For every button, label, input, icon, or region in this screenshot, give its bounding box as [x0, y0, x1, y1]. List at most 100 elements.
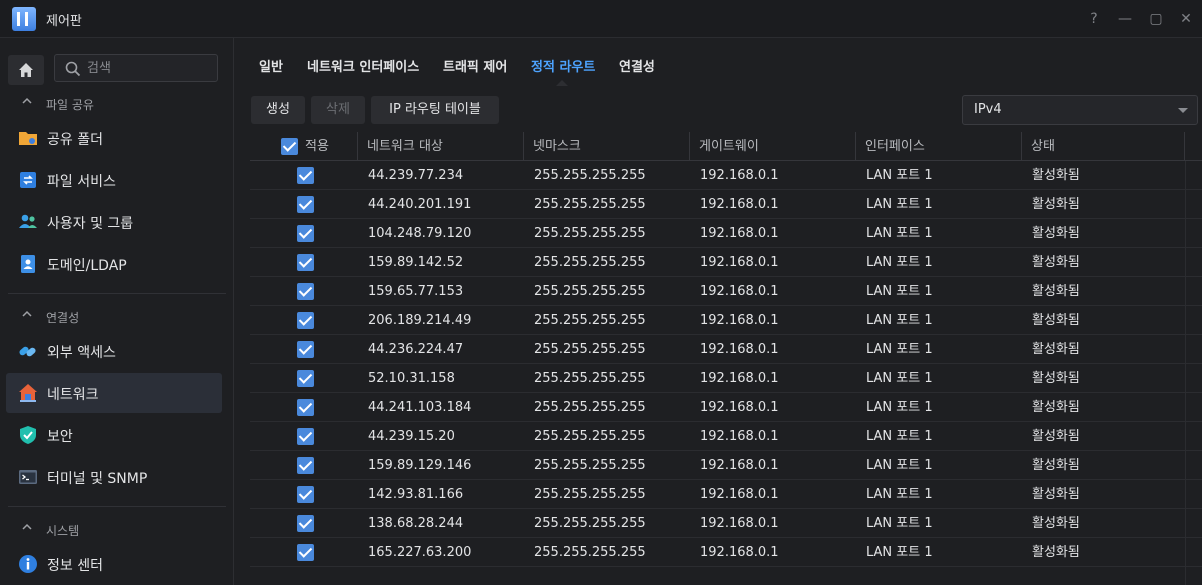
enable-checkbox[interactable] [297, 486, 314, 503]
cell-status: 활성화됨 [1032, 429, 1080, 444]
sidebar-item-network[interactable]: 네트워크 [6, 373, 222, 413]
home-button[interactable] [8, 55, 44, 85]
enable-checkbox[interactable] [297, 283, 314, 300]
cell-status: 활성화됨 [1032, 545, 1080, 560]
cell-netmask: 255.255.255.255 [534, 313, 646, 328]
sidebar-item-label: 파일 서비스 [47, 174, 116, 190]
sidebar-item-users-groups[interactable]: 사용자 및 그룹 [6, 202, 222, 242]
ip-version-select[interactable]: IPv4 [962, 95, 1198, 125]
sidebar-item-file-services[interactable]: 파일 서비스 [6, 160, 222, 200]
column-header-interface[interactable]: 인터페이스 [856, 132, 1022, 161]
cell-netmask: 255.255.255.255 [534, 545, 646, 560]
restore-icon[interactable]: ▢ [1146, 9, 1166, 29]
table-row[interactable]: 138.68.28.244 255.255.255.255 192.168.0.1 L… [250, 509, 1202, 538]
cell-status: 활성화됨 [1032, 284, 1080, 299]
sidebar-item-label: 공유 폴더 [47, 132, 103, 148]
table-row[interactable]: 159.65.77.153 255.255.255.255 192.168.0.1 L… [250, 277, 1202, 306]
enable-checkbox[interactable] [297, 370, 314, 387]
enable-checkbox[interactable] [297, 312, 314, 329]
section-connectivity[interactable]: 연결성 [0, 303, 233, 331]
cell-status: 활성화됨 [1032, 371, 1080, 386]
table-row[interactable]: 142.93.81.166 255.255.255.255 192.168.0.1 L… [250, 480, 1202, 509]
cell-gateway: 192.168.0.1 [700, 429, 779, 444]
ip-version-value: IPv4 [974, 102, 1002, 117]
minimize-icon[interactable]: — [1115, 9, 1135, 29]
tab-general[interactable]: 일반 [259, 56, 283, 75]
cell-netmask: 255.255.255.255 [534, 429, 646, 444]
tab-traffic-control[interactable]: 트래픽 제어 [443, 56, 507, 75]
sidebar: 파일 공유 공유 폴더 파일 서비스 사용자 및 그룹 도메인/LDAP [0, 38, 234, 585]
help-icon[interactable]: ? [1084, 9, 1104, 29]
delete-button[interactable]: 삭제 [311, 96, 365, 124]
tab-network-interface[interactable]: 네트워크 인터페이스 [307, 56, 419, 75]
cell-netmask: 255.255.255.255 [534, 284, 646, 299]
cell-gateway: 192.168.0.1 [700, 342, 779, 357]
column-header-gateway[interactable]: 게이트웨이 [690, 132, 856, 161]
sidebar-item-shared-folder[interactable]: 공유 폴더 [6, 118, 222, 158]
table-row[interactable]: 44.239.15.20 255.255.255.255 192.168.0.1 LA… [250, 422, 1202, 451]
scrollbar-track[interactable] [1185, 161, 1202, 585]
enable-checkbox[interactable] [297, 399, 314, 416]
cell-interface: LAN 포트 1 [866, 168, 933, 183]
enable-checkbox[interactable] [297, 544, 314, 561]
sidebar-item-terminal-snmp[interactable]: 터미널 및 SNMP [6, 457, 222, 497]
table-row[interactable]: 104.248.79.120 255.255.255.255 192.168.0.1… [250, 219, 1202, 248]
cell-status: 활성화됨 [1032, 342, 1080, 357]
cell-destination: 44.236.224.47 [368, 342, 464, 357]
column-header-destination[interactable]: 네트워크 대상 [358, 132, 524, 161]
column-header-netmask[interactable]: 넷마스크 [524, 132, 690, 161]
cell-gateway: 192.168.0.1 [700, 458, 779, 473]
sidebar-item-label: 사용자 및 그룹 [47, 216, 134, 232]
enable-checkbox[interactable] [297, 341, 314, 358]
cell-interface: LAN 포트 1 [866, 226, 933, 241]
table-row[interactable]: 159.89.129.146 255.255.255.255 192.168.0.1… [250, 451, 1202, 480]
cell-destination: 165.227.63.200 [368, 545, 472, 560]
search-icon [65, 61, 81, 77]
close-icon[interactable]: ✕ [1176, 9, 1196, 29]
cell-destination: 104.248.79.120 [368, 226, 472, 241]
table-row[interactable]: 159.89.142.52 255.255.255.255 192.168.0.1 L… [250, 248, 1202, 277]
enable-checkbox[interactable] [297, 196, 314, 213]
sidebar-item-label: 네트워크 [47, 387, 99, 403]
cell-gateway: 192.168.0.1 [700, 400, 779, 415]
sidebar-item-domain-ldap[interactable]: 도메인/LDAP [6, 244, 222, 284]
table-row[interactable]: 44.239.77.234 255.255.255.255 192.168.0.1 L… [250, 161, 1202, 190]
cell-interface: LAN 포트 1 [866, 342, 933, 357]
tab-connectivity[interactable]: 연결성 [619, 56, 655, 75]
search-field[interactable] [54, 54, 218, 82]
enable-checkbox[interactable] [297, 428, 314, 445]
cell-netmask: 255.255.255.255 [534, 516, 646, 531]
cell-netmask: 255.255.255.255 [534, 168, 646, 183]
select-all-checkbox[interactable] [281, 138, 298, 155]
cell-status: 활성화됨 [1032, 458, 1080, 473]
column-header-apply[interactable]: 적용 [250, 132, 358, 161]
enable-checkbox[interactable] [297, 167, 314, 184]
table-row[interactable]: 44.236.224.47 255.255.255.255 192.168.0.1 L… [250, 335, 1202, 364]
table-row[interactable]: 52.10.31.158 255.255.255.255 192.168.0.1 LA… [250, 364, 1202, 393]
enable-checkbox[interactable] [297, 225, 314, 242]
table-row[interactable]: 44.240.201.191 255.255.255.255 192.168.0.1… [250, 190, 1202, 219]
tab-static-route[interactable]: 정적 라우트 [531, 56, 595, 75]
section-label: 파일 공유 [46, 98, 94, 112]
sidebar-item-external-access[interactable]: 외부 액세스 [6, 331, 222, 371]
cell-interface: LAN 포트 1 [866, 545, 933, 560]
cell-destination: 44.239.77.234 [368, 168, 464, 183]
enable-checkbox[interactable] [297, 515, 314, 532]
create-button[interactable]: 생성 [251, 96, 305, 124]
table-row[interactable]: 44.241.103.184 255.255.255.255 192.168.0.1… [250, 393, 1202, 422]
enable-checkbox[interactable] [297, 254, 314, 271]
column-header-status[interactable]: 상태 [1022, 132, 1185, 161]
cell-destination: 159.89.129.146 [368, 458, 472, 473]
cell-status: 활성화됨 [1032, 255, 1080, 270]
section-file-sharing[interactable]: 파일 공유 [0, 90, 233, 118]
table-row[interactable]: 165.227.63.200 255.255.255.255 192.168.0.1… [250, 538, 1202, 567]
sidebar-item-info-center[interactable]: 정보 센터 [6, 544, 222, 584]
sidebar-item-security[interactable]: 보안 [6, 415, 222, 455]
ip-routing-table-button[interactable]: IP 라우팅 테이블 [371, 96, 499, 124]
cell-netmask: 255.255.255.255 [534, 371, 646, 386]
cell-status: 활성화됨 [1032, 487, 1080, 502]
section-system[interactable]: 시스템 [0, 516, 233, 544]
enable-checkbox[interactable] [297, 457, 314, 474]
search-input[interactable] [87, 59, 207, 77]
table-row[interactable]: 206.189.214.49 255.255.255.255 192.168.0.1… [250, 306, 1202, 335]
